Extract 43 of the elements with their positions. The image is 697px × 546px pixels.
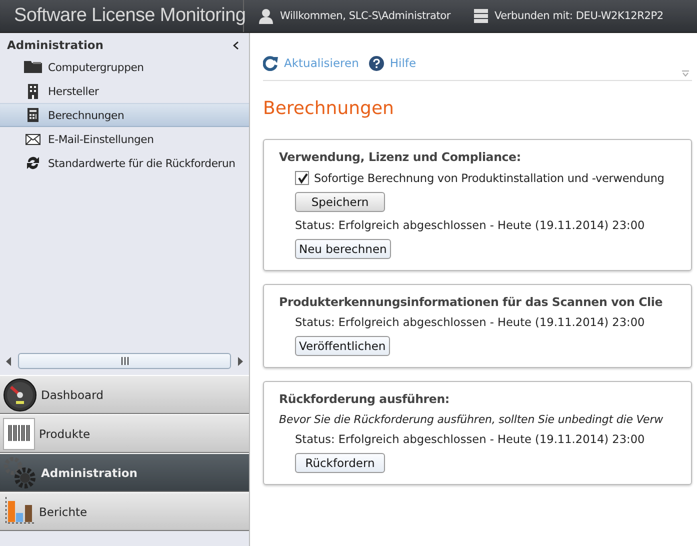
- status-text: Status: Erfolgreich abgeschlossen - Heute (19.11.2014) 23:00: [295, 316, 645, 329]
- envelope-icon: [24, 134, 42, 144]
- bar-chart-icon: [3, 496, 35, 526]
- nav-button[interactable]: Administration: [0, 453, 249, 492]
- gears-icon: [3, 456, 37, 490]
- nav-button[interactable]: Produkte: [0, 414, 249, 453]
- collapse-icon[interactable]: [233, 40, 239, 50]
- grip-icon[interactable]: [120, 357, 128, 365]
- action-button[interactable]: Neu berechnen: [295, 239, 391, 259]
- sidebar-item[interactable]: Standardwerte für die Rückforderun: [0, 151, 249, 175]
- sidebar-title: Administration: [7, 38, 104, 52]
- sidebar-item[interactable]: Hersteller: [0, 79, 249, 103]
- action-button[interactable]: Veröffentlichen: [295, 336, 390, 356]
- scroll-right-icon[interactable]: [237, 356, 243, 366]
- save-button[interactable]: Speichern: [295, 192, 385, 212]
- user-icon: [258, 8, 274, 24]
- welcome-text: Willkommen, SLC-S\Administrator: [280, 10, 450, 22]
- section-title: Rückforderung ausführen:: [279, 392, 450, 406]
- sidebar-item[interactable]: Berechnungen: [0, 103, 249, 127]
- page-title: Berechnungen: [263, 98, 395, 119]
- sidebar-item[interactable]: E-Mail-Einstellungen: [0, 127, 249, 151]
- checkbox-label: Sofortige Berechnung von Produktinstallation und -verwendung: [314, 172, 664, 184]
- nav-button[interactable]: Dashboard: [0, 375, 249, 414]
- section-note: Bevor Sie die Rückforderung ausführen, sollten Sie unbedingt die Verw: [279, 413, 664, 426]
- horizontal-scrollbar[interactable]: [6, 353, 243, 369]
- server-icon: [472, 8, 488, 24]
- status-text: Status: Erfolgreich abgeschlossen - Heute (19.11.2014) 23:00: [295, 219, 645, 232]
- cycle-arrows-icon: [24, 155, 42, 171]
- folder-icon: [24, 61, 42, 73]
- action-button[interactable]: Rückfordern: [295, 453, 385, 473]
- nav-button[interactable]: Berichte: [0, 492, 249, 531]
- app-title: Software License Monitoring: [14, 5, 246, 27]
- help-icon: [368, 56, 384, 70]
- checkbox[interactable]: [295, 171, 309, 185]
- status-text: Status: Erfolgreich abgeschlossen - Heute (19.11.2014) 23:00: [295, 433, 645, 446]
- connection-text: Verbunden mit: DEU-W2K12R2P2: [494, 10, 664, 22]
- barcode-icon: [3, 418, 35, 450]
- scroll-left-icon[interactable]: [6, 356, 12, 366]
- refresh-icon: [263, 56, 278, 70]
- section-title: Produkterkennungsinformationen für das Scannen von Clie: [279, 295, 664, 309]
- gauge-icon: [3, 378, 37, 412]
- sidebar-item[interactable]: Computergruppen: [0, 55, 249, 79]
- section-title: Verwendung, Lizenz und Compliance:: [279, 150, 522, 164]
